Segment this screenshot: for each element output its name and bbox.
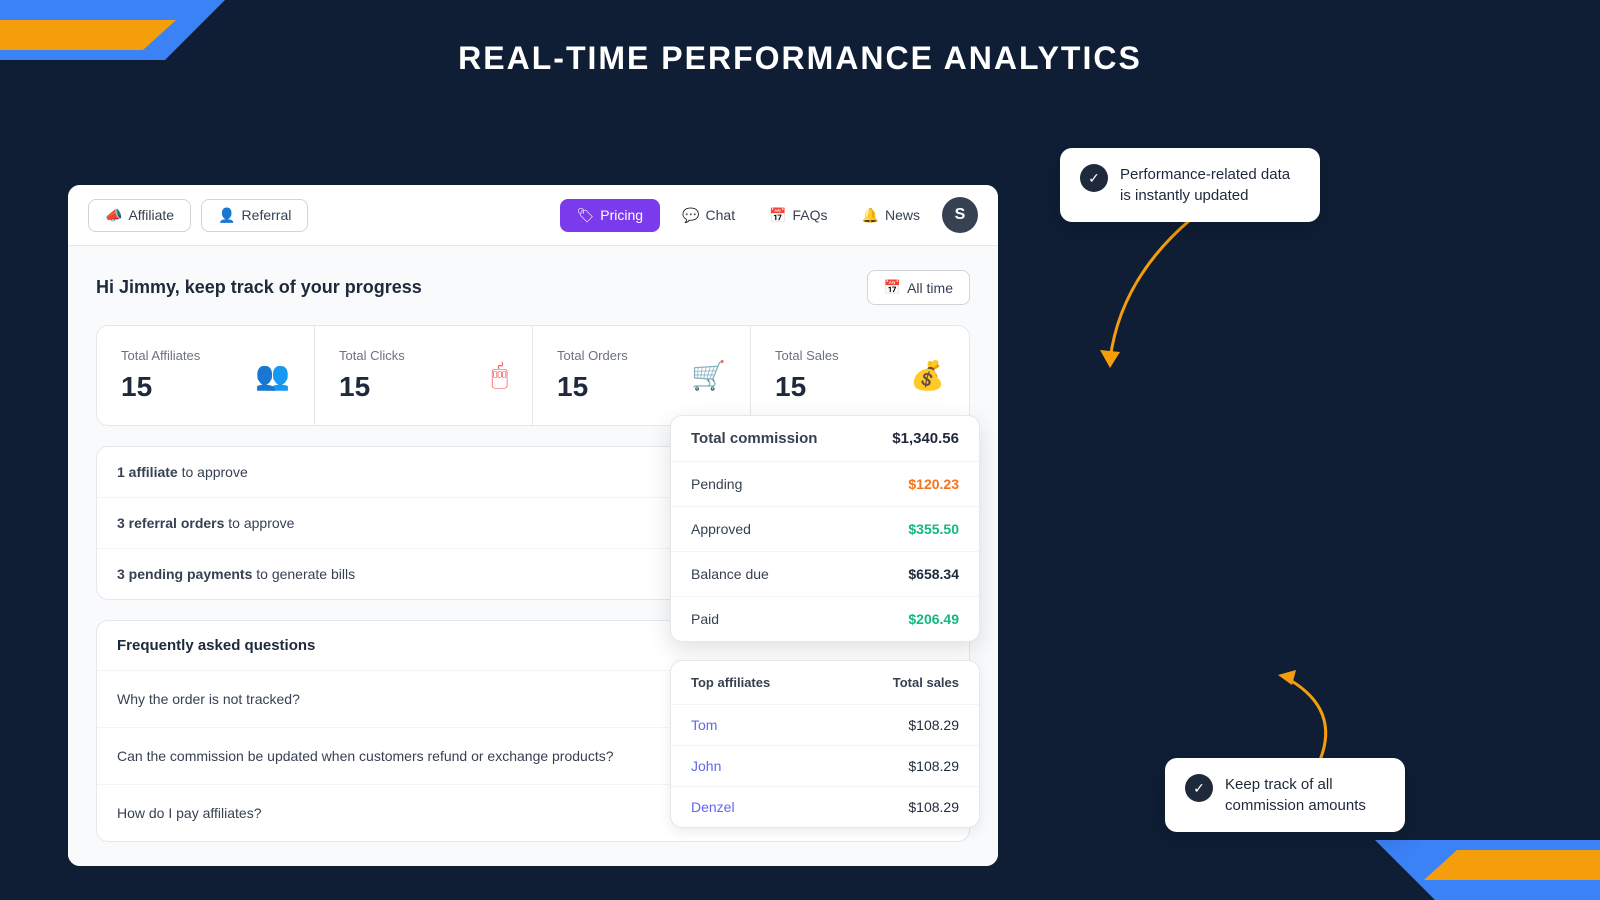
commission-paid-row: Paid $206.49 (671, 597, 979, 641)
cursor-icon: 🖱 (491, 359, 508, 392)
commission-paid-value: $206.49 (908, 611, 959, 627)
chat-nav-btn[interactable]: 💬 Chat (670, 200, 747, 231)
affiliates-col2-label: Total sales (825, 675, 959, 690)
panel-header: Hi Jimmy, keep track of your progress 📅 … (96, 270, 970, 305)
nav-bar: 📣 Affiliate 👤 Referral 🏷 Pricing 💬 Chat … (68, 185, 998, 246)
faqs-nav-btn[interactable]: 📅 FAQs (757, 200, 839, 231)
stat-value-orders: 15 (557, 371, 628, 403)
bell-icon: 🔔 (862, 207, 879, 224)
affiliate-row-denzel: Denzel $108.29 (671, 787, 979, 827)
commission-approved-row: Approved $355.50 (671, 507, 979, 552)
tag-icon: 🏷 (577, 207, 595, 224)
stat-card-sales: Total Sales 15 💰 (751, 326, 969, 425)
stat-value-clicks: 15 (339, 371, 405, 403)
commission-total-row: Total commission $1,340.56 (671, 416, 979, 462)
affiliates-panel: Top affiliates Total sales Tom $108.29 J… (670, 660, 980, 828)
tooltip-performance: ✓ Performance-related data is instantly … (1060, 148, 1320, 222)
commission-panel: Total commission $1,340.56 Pending $120.… (670, 415, 980, 642)
commission-approved-value: $355.50 (908, 521, 959, 537)
stat-label-sales: Total Sales (775, 348, 839, 363)
affiliate-name-tom[interactable]: Tom (691, 717, 825, 733)
commission-pending-row: Pending $120.23 (671, 462, 979, 507)
stat-card-clicks: Total Clicks 15 🖱 (315, 326, 533, 425)
person-icon: 👤 (218, 207, 235, 224)
affiliate-name-john[interactable]: John (691, 758, 825, 774)
affiliate-row-john: John $108.29 (671, 746, 979, 787)
commission-paid-label: Paid (691, 611, 719, 627)
avatar[interactable]: S (942, 197, 978, 233)
affiliate-sales-tom: $108.29 (825, 717, 959, 733)
check-icon-1: ✓ (1080, 164, 1108, 192)
commission-pending-value: $120.23 (908, 476, 959, 492)
affiliate-row-tom: Tom $108.29 (671, 705, 979, 746)
stat-card-orders: Total Orders 15 🛒 (533, 326, 751, 425)
stat-value-affiliates: 15 (121, 371, 200, 403)
affiliate-sales-john: $108.29 (825, 758, 959, 774)
alltime-button[interactable]: 📅 All time (867, 270, 970, 305)
check-icon-2: ✓ (1185, 774, 1213, 802)
affiliates-col1-label: Top affiliates (691, 675, 825, 690)
tooltip-commission: ✓ Keep track of all commission amounts (1165, 758, 1405, 832)
arrow-tooltip-2 (1270, 670, 1370, 770)
coins-icon: 💰 (910, 359, 945, 392)
news-nav-btn[interactable]: 🔔 News (850, 200, 932, 231)
commission-approved-label: Approved (691, 521, 751, 537)
commission-total-label: Total commission (691, 430, 817, 447)
commission-pending-label: Pending (691, 476, 742, 492)
pricing-nav-btn[interactable]: 🏷 Pricing (560, 199, 661, 232)
stat-value-sales: 15 (775, 371, 839, 403)
affiliate-sales-denzel: $108.29 (825, 799, 959, 815)
affiliate-name-denzel[interactable]: Denzel (691, 799, 825, 815)
cart-icon: 🛒 (691, 359, 726, 392)
affiliates-header: Top affiliates Total sales (671, 661, 979, 705)
tooltip-commission-text: Keep track of all commission amounts (1225, 774, 1385, 816)
stat-card-affiliates: Total Affiliates 15 👥 (97, 326, 315, 425)
calendar-icon: 📅 (769, 207, 786, 224)
page-title: REAL-TIME PERFORMANCE ANALYTICS (458, 40, 1142, 77)
commission-balance-value: $658.34 (908, 566, 959, 582)
stat-label-affiliates: Total Affiliates (121, 348, 200, 363)
stats-row: Total Affiliates 15 👥 Total Clicks 15 🖱 … (96, 325, 970, 426)
chat-icon: 💬 (682, 207, 699, 224)
tooltip-performance-text: Performance-related data is instantly up… (1120, 164, 1300, 206)
commission-balance-label: Balance due (691, 566, 769, 582)
commission-balance-row: Balance due $658.34 (671, 552, 979, 597)
arrow-tooltip-1 (1090, 220, 1210, 370)
calendar-small-icon: 📅 (884, 279, 901, 296)
megaphone-icon: 📣 (105, 207, 122, 224)
greeting-text: Hi Jimmy, keep track of your progress (96, 277, 422, 298)
affiliate-nav-btn[interactable]: 📣 Affiliate (88, 199, 191, 232)
people-icon: 👥 (255, 359, 290, 392)
referral-nav-btn[interactable]: 👤 Referral (201, 199, 308, 232)
commission-total-value: $1,340.56 (892, 430, 959, 447)
stat-label-orders: Total Orders (557, 348, 628, 363)
stat-label-clicks: Total Clicks (339, 348, 405, 363)
